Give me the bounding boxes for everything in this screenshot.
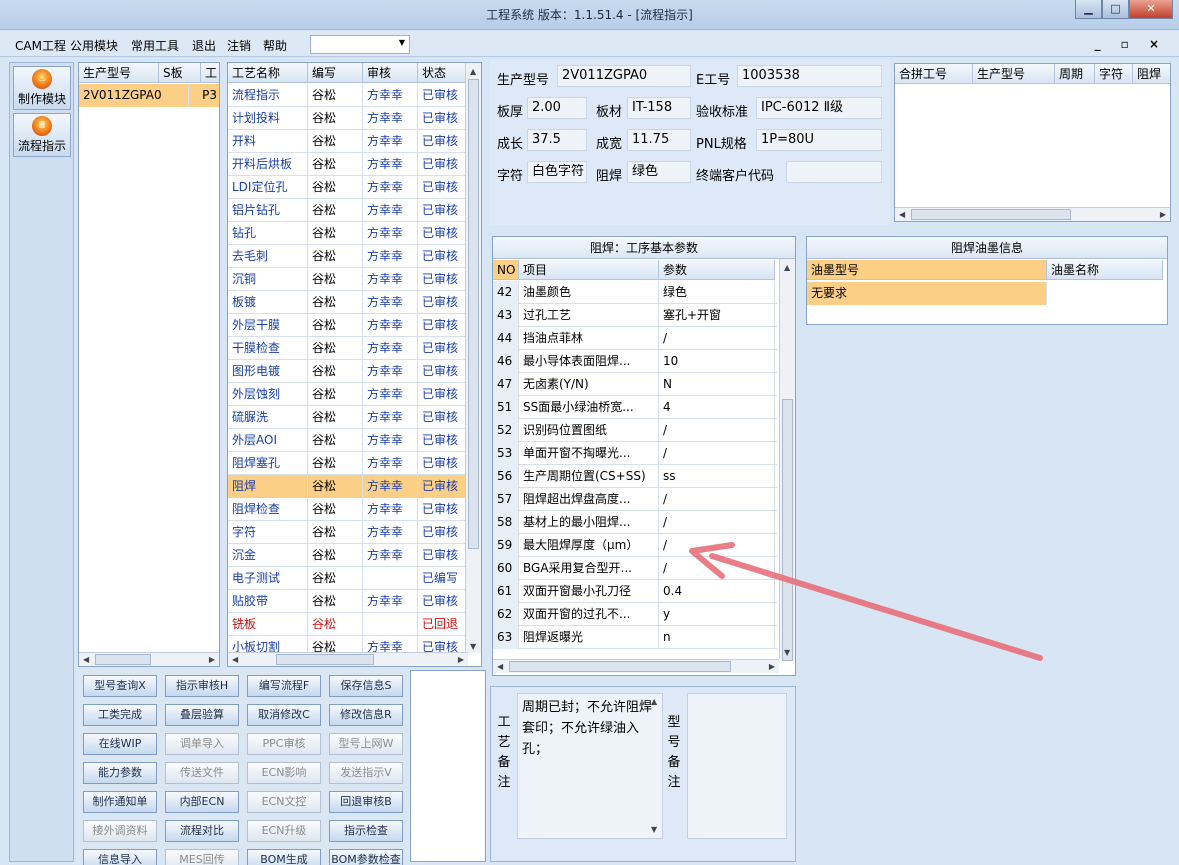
annotation-arrow-shaft (709, 553, 1043, 661)
annotation-arrow (689, 542, 1043, 661)
